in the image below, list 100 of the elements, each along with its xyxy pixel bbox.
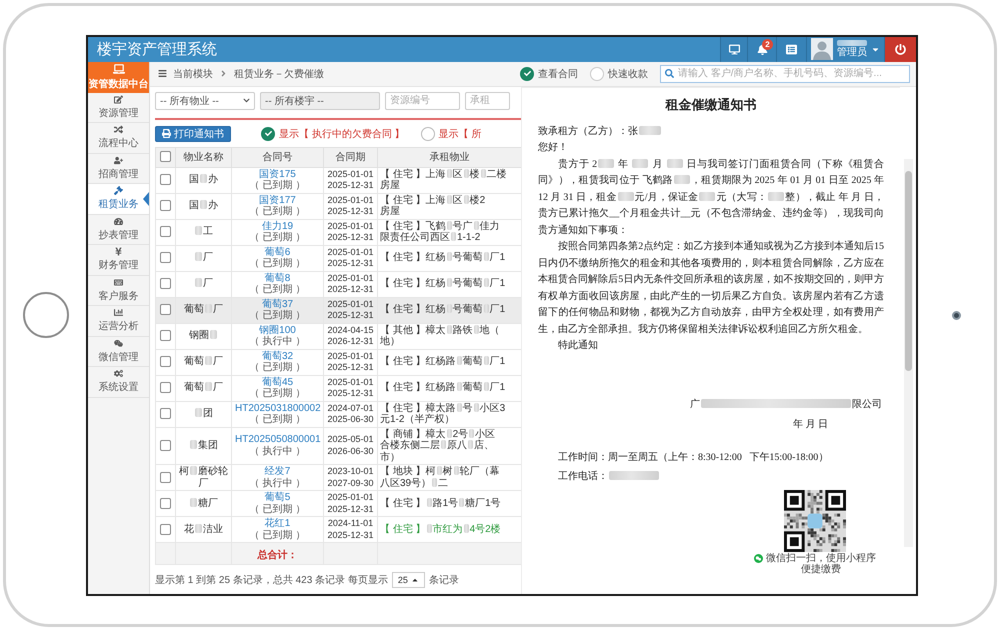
contract-link[interactable]: HT2025031800002	[235, 402, 320, 414]
property-name-cell: 工	[176, 219, 232, 245]
row-checkbox[interactable]	[160, 304, 171, 316]
contract-link[interactable]: 葡萄37	[235, 298, 320, 310]
notice-paragraph: 按照合同第四条第2点约定：如乙方接到本通知或视为乙方接到本通知后15日内仍不缴纳所拖欠的租金和其他各项费用的，则本租赁合同解除，乙方应在本租赁合同解除后5日内无条件交回所承租的该房屋，如不按期交回的，则甲方有权单方面收回该房屋，由此产生的一切后果乙方自负。该房屋内若有乙方遗留下的任何物品和财物，都视为乙方自动放弃，由甲方全权处理，如有费用产生，由乙方全部承担。我方仍将保留相关法律诉讼权利追回乙方所欠租金。	[538, 240, 884, 336]
notice-closing: 特此通知	[557, 338, 598, 353]
notice-title: 租金催缴通知书	[666, 96, 756, 114]
input-field[interactable]: 资源编号	[385, 92, 460, 110]
contract-status: （ 已到期 ）	[248, 232, 306, 244]
input-field[interactable]: 承租	[465, 92, 510, 110]
contract-status: （ 执行中 ）	[248, 478, 306, 489]
contract-period-cell: 2024-07-01 2025-06-30	[324, 401, 378, 427]
redacted-name	[837, 40, 867, 46]
select-all-checkbox[interactable]	[160, 151, 171, 162]
select-field[interactable]: -- 所有物业 --	[155, 92, 255, 110]
row-checkbox[interactable]	[160, 382, 171, 394]
row-checkbox[interactable]	[160, 472, 171, 483]
filter-radio[interactable]: 显示【 执行中的欠费合同 】	[261, 126, 405, 140]
sidebar-item[interactable]: 流程中心	[88, 123, 149, 154]
user-plus-icon	[114, 156, 123, 165]
notifications-button[interactable]: 2	[747, 36, 776, 62]
contract-link[interactable]: 佳力19	[235, 220, 320, 232]
contract-link[interactable]: 经发7	[235, 466, 320, 478]
user-menu[interactable]: 管理员	[806, 36, 884, 62]
contract-status: （ 执行中 ）	[248, 336, 306, 348]
contract-link[interactable]: 葡萄6	[235, 246, 320, 258]
sidebar-item[interactable]: 运营分析	[88, 306, 149, 336]
power-icon	[895, 44, 906, 54]
sidebar-item[interactable]: 资源管理	[88, 92, 149, 123]
column-header: 合同期	[324, 147, 378, 167]
sidebar-item[interactable]: 招商管理	[88, 154, 149, 184]
list-button[interactable]	[776, 36, 806, 62]
row-checkbox[interactable]	[160, 356, 171, 368]
row-checkbox[interactable]	[160, 408, 171, 420]
column-header: 合同号	[232, 147, 324, 167]
contract-period-cell: 2025-01-01 2025-12-31	[324, 271, 378, 297]
option-toggle[interactable]: 查看合同	[520, 66, 578, 80]
avatar-icon	[811, 38, 833, 60]
qr-caption: 微信扫一扫，使用小程序 便捷缴费	[766, 552, 876, 574]
contract-status: （ 执行中 ）	[248, 446, 306, 458]
pagination-suffix: 条记录	[428, 574, 459, 587]
edit-icon	[114, 94, 123, 104]
property-name-cell: 葡萄 厂	[176, 375, 232, 401]
row-checkbox[interactable]	[160, 252, 171, 264]
page-size-select[interactable]: 25	[392, 572, 425, 588]
qr-code-icon	[784, 490, 846, 552]
home-button[interactable]	[23, 292, 69, 338]
contract-status: （ 已到期 ）	[248, 258, 306, 270]
contract-status: （ 已到期 ）	[248, 180, 306, 192]
contract-period-cell: 2025-01-01 2025-12-31	[324, 245, 378, 271]
data-center-button[interactable]: 资管数据中台	[88, 62, 149, 92]
gears-icon	[114, 369, 123, 378]
row-checkbox[interactable]	[160, 226, 171, 238]
chat-bubbles-icon	[114, 338, 123, 348]
row-checkbox[interactable]	[160, 498, 171, 509]
property-name-cell: 钢圈	[176, 323, 232, 349]
contract-period-cell: 2025-01-01 2025-12-31	[324, 193, 378, 219]
scrollbar-thumb[interactable]	[904, 170, 912, 370]
property-name-cell: 团	[176, 401, 232, 427]
app-title: 楼宇资产管理系统	[96, 40, 218, 60]
option-toggle[interactable]: 快速收款	[590, 66, 648, 80]
contract-link[interactable]: 花红1	[235, 518, 320, 530]
monitor-button[interactable]	[720, 36, 747, 62]
power-button[interactable]	[884, 36, 916, 62]
notification-count: 2	[762, 38, 773, 50]
contract-link[interactable]: 钢圈100	[235, 324, 320, 336]
gavel-icon	[114, 186, 123, 196]
camera-dot-icon	[952, 310, 960, 320]
chevron-right-icon	[219, 69, 228, 78]
row-checkbox[interactable]	[160, 524, 171, 535]
contract-link[interactable]: HT2025050800001	[235, 434, 320, 446]
row-checkbox[interactable]	[160, 278, 171, 290]
keyboard-icon	[114, 278, 123, 287]
contract-link[interactable]: 葡萄8	[235, 272, 320, 284]
row-checkbox[interactable]	[160, 330, 171, 342]
notice-paragraph: 贵方于 2 年 月 日与我司签订门面租赁合同（下称《租赁合同》），租赁我司位于 飞鹤路 ，租赁期限为 2025 年 01 月 01 日至 2025 年 12 月 31 日，租金 元/月，保证金 元（大写： 整），截止 年 月 日，贵方已累计拖欠__个月租金共计__元（不包含滞纳金、违约金等），现我司向贵方通知如下事项：	[538, 158, 884, 238]
property-name-cell: 厂	[176, 245, 232, 271]
contract-status: （ 已到期 ）	[248, 362, 306, 374]
filter-radio[interactable]: 显示【 所	[420, 126, 482, 140]
contract-status: （ 已到期 ）	[248, 504, 306, 515]
contract-link[interactable]: 葡萄32	[235, 350, 320, 362]
total-label: 总合计：	[258, 550, 298, 560]
contract-link[interactable]: 葡萄5	[235, 492, 320, 504]
contract-link[interactable]: 葡萄45	[235, 376, 320, 388]
sidebar-item[interactable]: 租赁业务	[88, 184, 149, 214]
row-checkbox[interactable]	[160, 440, 171, 451]
sidebar-item[interactable]: 系统设置	[88, 367, 149, 398]
row-checkbox[interactable]	[160, 200, 171, 212]
contract-link[interactable]: 国资175	[235, 168, 320, 180]
row-checkbox[interactable]	[160, 174, 171, 186]
contract-link[interactable]: 国资177	[235, 194, 320, 206]
sidebar-item[interactable]: 财务管理	[88, 245, 149, 276]
column-header: 物业名称	[176, 147, 232, 167]
contract-period-cell: 2025-01-01 2025-12-31	[324, 219, 378, 245]
contract-period-cell: 2025-01-01 2025-12-31	[324, 375, 378, 401]
column-header: 承租物业	[378, 147, 522, 167]
property-name-cell: 国 办	[176, 167, 232, 193]
print-button[interactable]: 打印通知书	[155, 126, 231, 142]
contract-status: （ 已到期 ）	[248, 284, 306, 296]
pagination-summary: 显示第 1 到第 25 条记录，总共 423 条记录 每页显示	[155, 574, 388, 587]
